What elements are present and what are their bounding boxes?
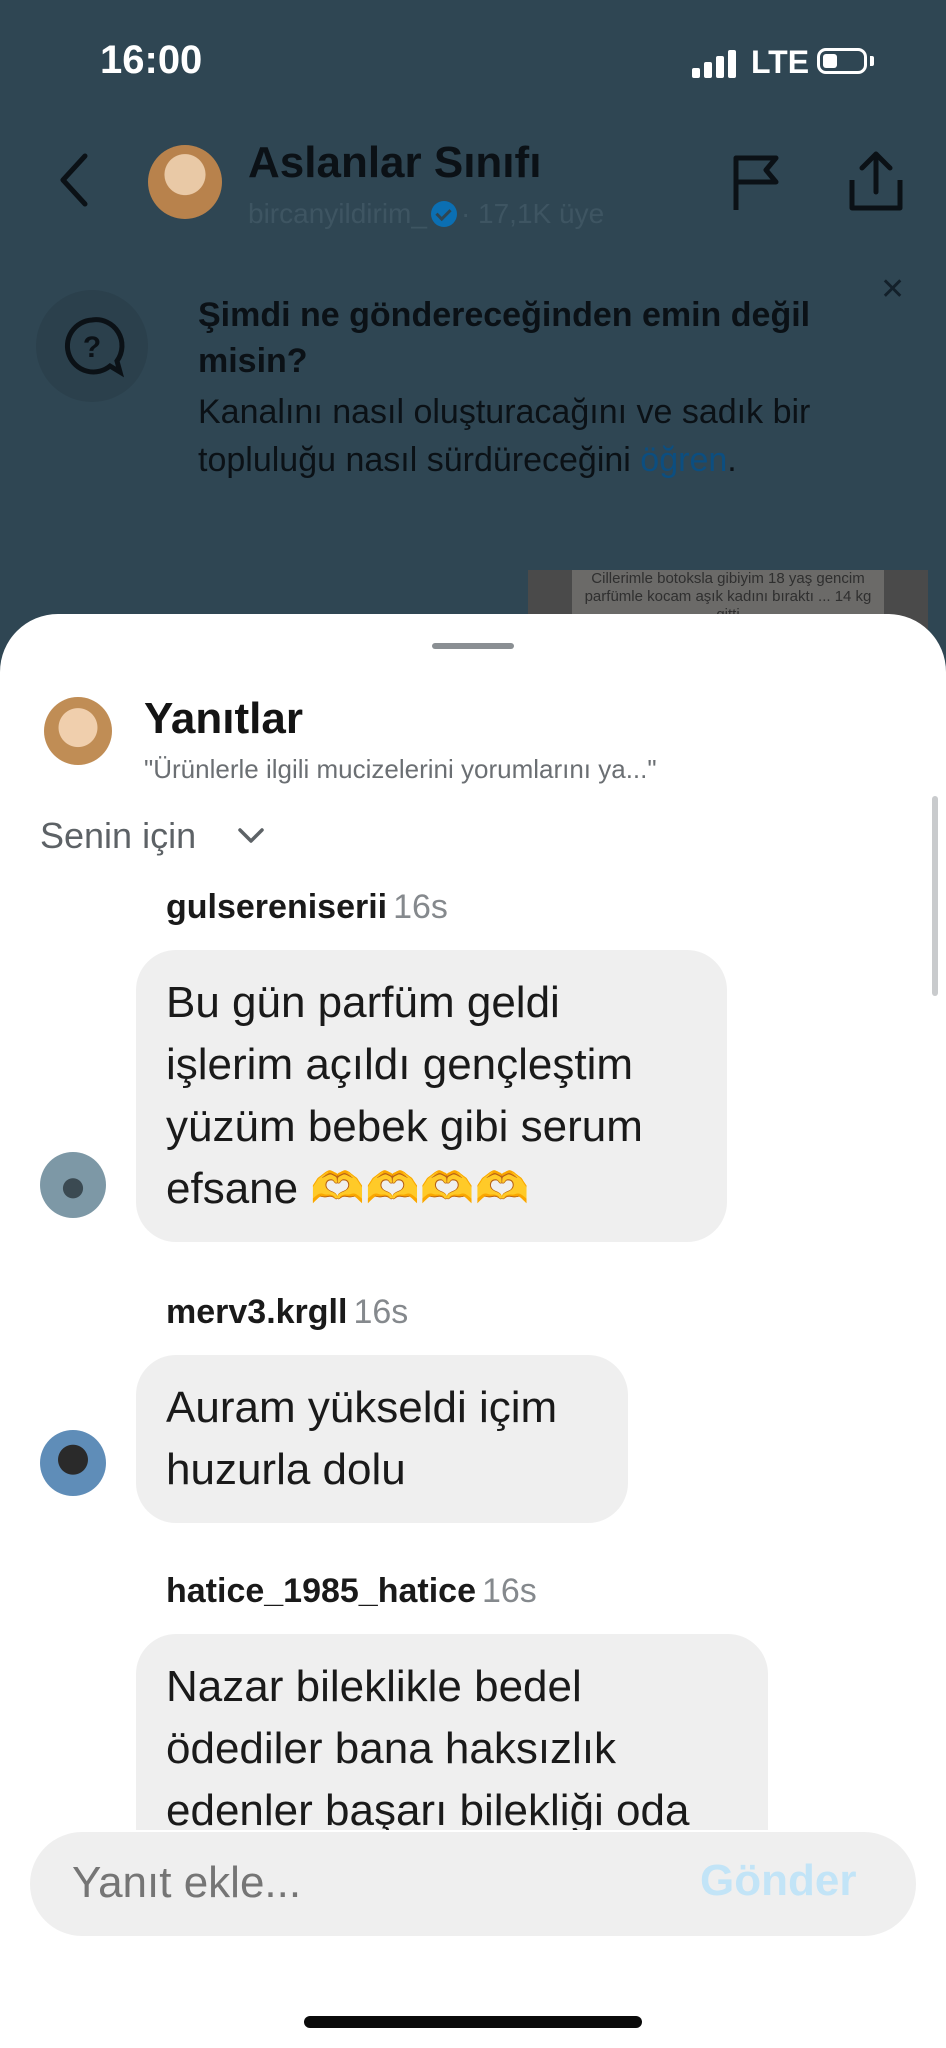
home-indicator[interactable]	[304, 2016, 642, 2028]
reply-username[interactable]: merv3.krgll	[166, 1293, 347, 1331]
reply-bubble[interactable]: Bu gün parfüm geldi işlerim açıldı gençl…	[136, 950, 727, 1242]
avatar[interactable]	[40, 1430, 106, 1496]
reply-header: merv3.krgll 16s	[166, 1293, 408, 1332]
reply-time: 16s	[481, 1572, 537, 1610]
channel-handle[interactable]: bircanyildirim_	[248, 198, 427, 229]
avatar[interactable]	[40, 1152, 106, 1218]
close-icon[interactable]: ✕	[880, 272, 905, 307]
sheet-grabber[interactable]	[432, 643, 514, 649]
sheet-avatar	[44, 697, 112, 765]
send-button[interactable]: Gönder	[700, 1856, 856, 1906]
reply-username[interactable]: hatice_1985_hatice	[166, 1572, 476, 1610]
status-time: 16:00	[100, 38, 203, 82]
battery-level	[823, 54, 837, 68]
network-label: LTE	[751, 44, 810, 80]
tip-icon-container: ?	[36, 290, 148, 402]
channel-avatar[interactable]	[148, 145, 222, 219]
reply-time: 16s	[353, 1293, 409, 1331]
flag-icon[interactable]	[730, 150, 784, 214]
svg-text:?: ?	[83, 331, 101, 364]
tip-title: Şimdi ne göndereceğinden emin değil misi…	[198, 296, 811, 380]
signal-icon	[692, 50, 736, 78]
reply-username[interactable]: gulsereniserii	[166, 888, 387, 926]
reply-bubble[interactable]: Auram yükseldi içim huzurla dolu	[136, 1355, 628, 1523]
share-icon[interactable]	[846, 150, 906, 214]
question-icon: ?	[64, 317, 125, 378]
tip-suffix: .	[727, 441, 737, 479]
tip-learn-link[interactable]: öğren	[640, 441, 727, 479]
channel-members: · 17,1K üye	[460, 198, 605, 229]
scrollbar[interactable]	[932, 796, 938, 996]
reply-input[interactable]	[72, 1858, 632, 1908]
back-arrow-icon[interactable]	[55, 150, 95, 210]
verified-icon	[430, 201, 457, 227]
reply-time: 16s	[393, 888, 448, 926]
reply-header: gulsereniserii 16s	[166, 888, 448, 927]
channel-subtitle: bircanyildirim_ · 17,1K üye	[248, 198, 604, 230]
reply-bubble[interactable]: Nazar bileklikle bedel ödediler bana hak…	[136, 1634, 768, 1830]
sheet-subtitle: "Ürünlerle ilgili mucizelerini yorumları…	[144, 754, 657, 784]
battery-tip	[870, 56, 874, 66]
tip-body: Kanalını nasıl oluşturacağını ve sadık b…	[198, 388, 888, 484]
channel-title[interactable]: Aslanlar Sınıfı	[248, 138, 541, 188]
chevron-down-icon[interactable]	[236, 824, 266, 848]
sheet-title: Yanıtlar	[144, 694, 303, 743]
reply-header: hatice_1985_hatice 16s	[166, 1572, 537, 1611]
sort-dropdown[interactable]: Senin için	[40, 815, 196, 857]
